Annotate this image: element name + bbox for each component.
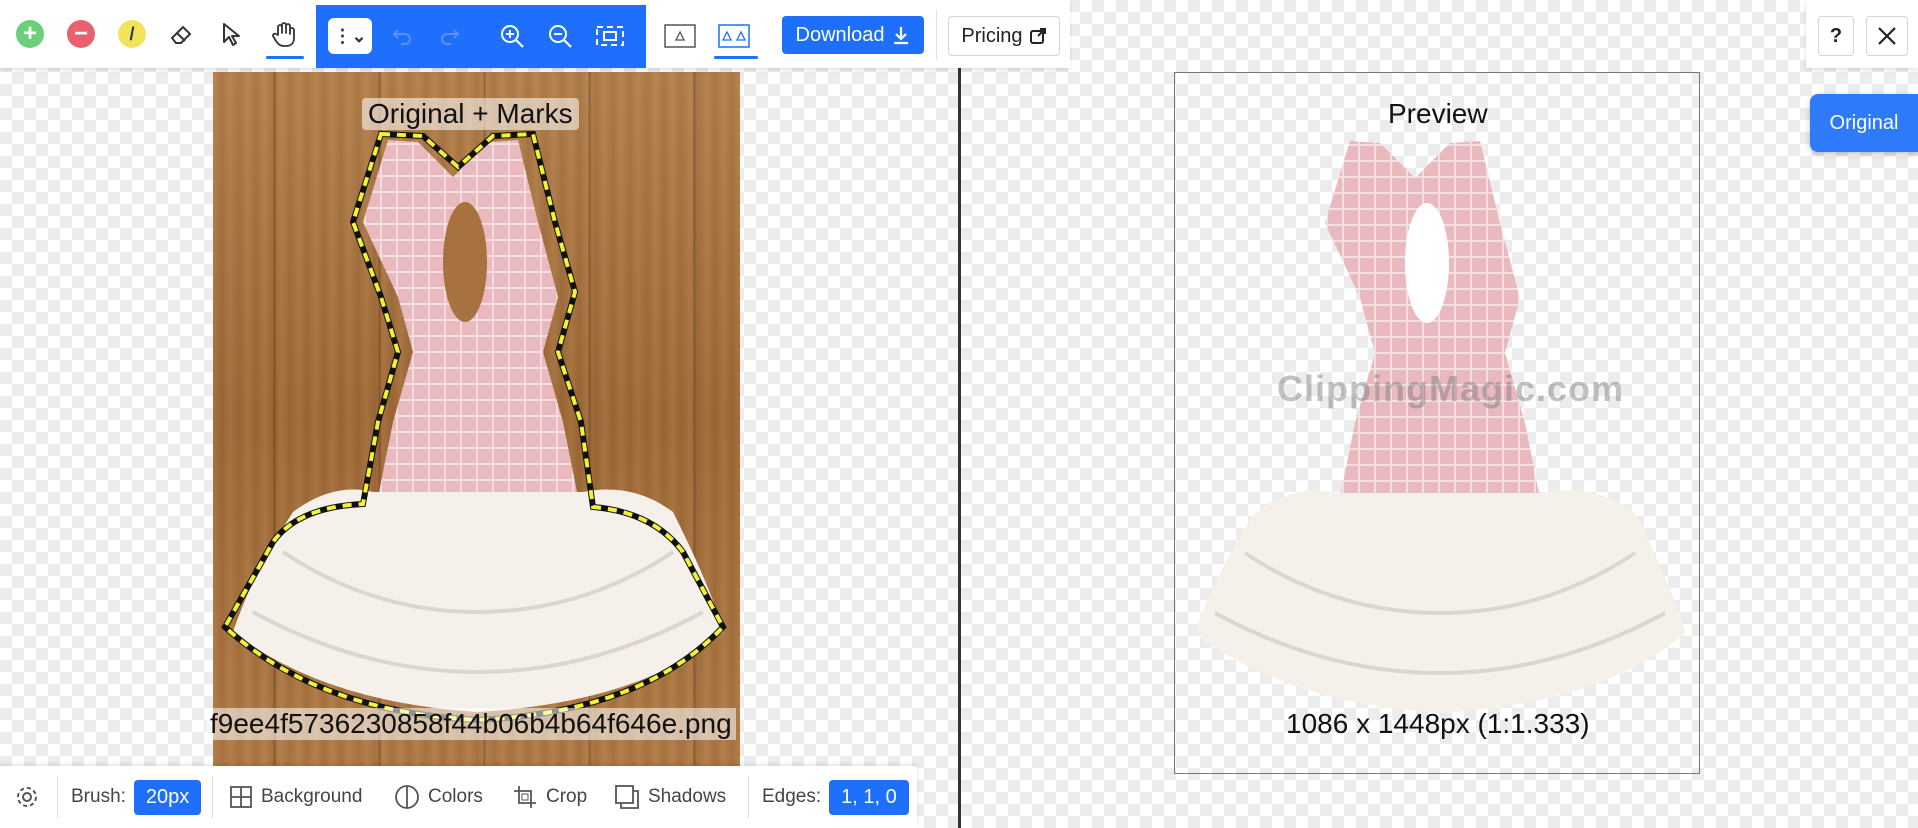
- zoom-in-button[interactable]: [494, 18, 530, 54]
- background-button[interactable]: Background: [229, 766, 362, 828]
- watermark-text: ClippingMagic.com: [1277, 368, 1625, 409]
- more-icon: ⋮⌄: [333, 25, 367, 46]
- fit-icon: [596, 26, 624, 46]
- edges-label: Edges:: [762, 786, 822, 807]
- shadows-icon: [615, 785, 639, 809]
- undo-icon: [392, 29, 411, 45]
- minus-circle-icon: −: [67, 20, 95, 48]
- colors-label: Colors: [428, 786, 483, 807]
- cursor-icon: [223, 23, 240, 46]
- preview-frame: [1174, 72, 1700, 774]
- close-button[interactable]: [1866, 16, 1908, 56]
- split-view-button[interactable]: [716, 18, 752, 54]
- pan-tool-button[interactable]: [264, 14, 304, 54]
- dress-with-marks: [221, 130, 727, 724]
- brush-value[interactable]: 20px: [133, 779, 202, 815]
- eraser-tool-button[interactable]: [162, 14, 202, 54]
- original-image[interactable]: [213, 72, 740, 766]
- brush-label: Brush:: [71, 786, 126, 807]
- original-label: Original: [1829, 111, 1899, 134]
- help-button[interactable]: ?: [1818, 16, 1854, 56]
- crop-label: Crop: [546, 786, 588, 807]
- colors-button[interactable]: Colors: [394, 766, 483, 828]
- left-panel-title: Original + Marks: [362, 98, 579, 130]
- gear-icon: [17, 787, 37, 807]
- fit-to-screen-button[interactable]: [592, 18, 628, 54]
- original-toggle-tab[interactable]: Original: [1810, 94, 1918, 152]
- crop-button[interactable]: Crop: [512, 766, 587, 828]
- select-tool-button[interactable]: [212, 14, 252, 54]
- redo-button[interactable]: [432, 18, 468, 54]
- bottom-toolbar: Brush: 20px Background Colors Crop Shado…: [0, 766, 917, 828]
- edges-value[interactable]: 1, 1, 0: [829, 779, 909, 815]
- background-label: Background: [261, 786, 363, 807]
- single-view-icon: [664, 24, 696, 48]
- download-icon: [894, 27, 909, 45]
- zoom-out-icon: [549, 25, 572, 48]
- close-icon: [1878, 27, 1896, 45]
- image-filename: f9ee4f5736230858f44b06b4b64f646e.png: [206, 708, 736, 740]
- dress-preview: [1195, 141, 1685, 713]
- active-tool-indicator: [266, 56, 304, 59]
- pencil-icon: /: [118, 20, 146, 48]
- zoom-in-icon: [501, 25, 524, 48]
- download-label: Download: [795, 23, 885, 46]
- hair-tool-button[interactable]: /: [112, 14, 152, 54]
- settings-button[interactable]: [14, 766, 40, 828]
- undo-button[interactable]: [384, 18, 420, 54]
- keep-tool-button[interactable]: +: [10, 14, 50, 54]
- colors-icon: [395, 785, 419, 809]
- image-dimensions: 1086 x 1448px (1:1.333): [1286, 708, 1590, 739]
- brush-size-control[interactable]: Brush: 20px: [71, 766, 202, 828]
- shadows-label: Shadows: [648, 786, 727, 807]
- eraser-icon: [170, 25, 192, 44]
- background-icon: [230, 786, 252, 808]
- plus-circle-icon: +: [16, 20, 44, 48]
- split-divider[interactable]: [958, 68, 961, 828]
- split-view-icon: [718, 24, 750, 48]
- download-button[interactable]: Download: [782, 16, 924, 54]
- help-label: ?: [1829, 24, 1843, 47]
- remove-tool-button[interactable]: −: [61, 14, 101, 54]
- more-menu-button[interactable]: ⋮⌄: [328, 18, 372, 54]
- external-link-icon: [1029, 28, 1046, 44]
- pricing-button[interactable]: Pricing: [948, 16, 1060, 56]
- redo-icon: [441, 29, 460, 45]
- pricing-label: Pricing: [961, 24, 1023, 47]
- active-view-indicator: [714, 56, 758, 59]
- shadows-button[interactable]: Shadows: [614, 766, 726, 828]
- main-toolbar: + − / ⋮⌄ Download Pricing: [0, 0, 1070, 68]
- edges-control[interactable]: Edges: 1, 1, 0: [762, 766, 909, 828]
- zoom-out-button[interactable]: [542, 18, 578, 54]
- single-view-button[interactable]: [662, 18, 698, 54]
- hand-icon: [272, 22, 295, 47]
- crop-icon: [514, 786, 536, 808]
- right-panel-title: Preview: [1388, 98, 1488, 129]
